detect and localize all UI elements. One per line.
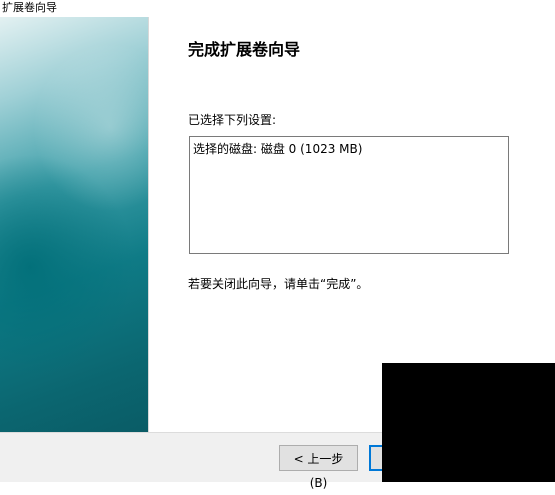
settings-summary-box[interactable]: 选择的磁盘: 磁盘 0 (1023 MB) [189, 136, 509, 254]
redaction-block [382, 363, 555, 482]
settings-label: 已选择下列设置: [188, 113, 277, 127]
divider [148, 17, 149, 432]
page-title: 完成扩展卷向导 [188, 40, 301, 59]
wizard-side-banner [0, 17, 148, 432]
title-bar: 扩展卷向导 [0, 0, 555, 17]
window-title: 扩展卷向导 [2, 1, 57, 14]
settings-line-disk: 选择的磁盘: 磁盘 0 (1023 MB) [193, 142, 363, 156]
close-hint-text: 若要关闭此向导，请单击“完成”。 [188, 277, 369, 291]
back-button[interactable]: < 上一步(B) [279, 445, 358, 490]
